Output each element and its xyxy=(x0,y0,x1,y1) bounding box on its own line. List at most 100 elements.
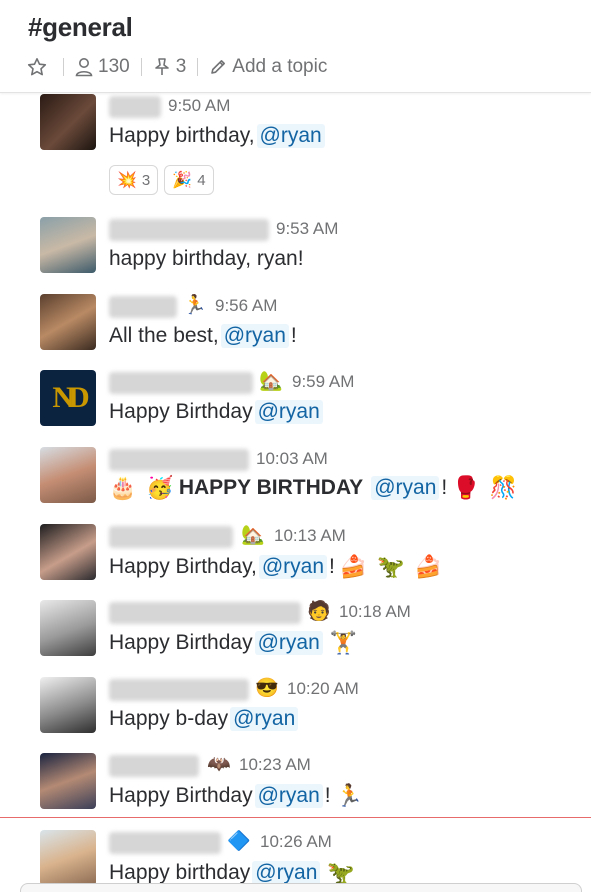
avatar[interactable] xyxy=(40,677,96,733)
message-body: happy birthday, ryan! xyxy=(109,247,304,270)
user-name[interactable] xyxy=(109,219,269,241)
user-mention[interactable]: @ryan xyxy=(254,631,323,655)
pinned-count[interactable]: 3 xyxy=(176,56,187,78)
message-suffix: ! xyxy=(441,476,448,499)
message-text: Happy Birthday @ryan xyxy=(109,400,325,424)
avatar[interactable] xyxy=(40,94,96,150)
channel-title: #general xyxy=(28,12,133,42)
star-icon[interactable] xyxy=(27,57,47,77)
runner-icon: 🏃 xyxy=(183,295,207,316)
cake-slice-icon: 🍰 xyxy=(339,554,368,579)
timestamp[interactable]: 9:53 AM xyxy=(276,219,338,239)
reaction-count: 3 xyxy=(141,171,151,189)
reaction-pill[interactable]: 💥 3 xyxy=(109,165,159,195)
message-text: Happy Birthday @ryan ! 🏃 xyxy=(109,783,368,809)
user-mention[interactable]: @ryan xyxy=(371,476,440,500)
user-mention[interactable]: @ryan xyxy=(220,324,289,348)
collision-icon: 💥 xyxy=(117,172,137,189)
user-name[interactable] xyxy=(109,372,253,394)
house-icon: 🏡 xyxy=(259,371,283,392)
channel-header: #general 130 3 Add a topic xyxy=(0,0,591,93)
add-topic-link[interactable]: Add a topic xyxy=(232,56,327,78)
birthday-cake-icon: 🎂 xyxy=(109,475,137,500)
avatar[interactable]: ND xyxy=(40,370,96,426)
user-mention[interactable]: @ryan xyxy=(230,707,299,731)
message-text: Happy Birthday, @ryan ! 🍰 🦖 🍰 xyxy=(109,554,447,580)
user-name[interactable] xyxy=(109,679,249,701)
user-name[interactable] xyxy=(109,526,233,548)
user-name[interactable] xyxy=(109,602,301,624)
message-body: Happy b-day xyxy=(109,707,229,730)
message-body-bold: HAPPY BIRTHDAY xyxy=(178,476,364,499)
user-mention[interactable]: @ryan xyxy=(254,784,323,808)
cake-slice-icon: 🍰 xyxy=(414,554,443,579)
message-text: Happy birthday, @ryan xyxy=(109,124,327,148)
timestamp[interactable]: 9:59 AM xyxy=(292,372,354,392)
confetti-ball-icon: 🎊 xyxy=(489,475,518,500)
divider xyxy=(63,58,64,76)
sunglasses-icon: 😎 xyxy=(255,678,279,699)
member-count[interactable]: 130 xyxy=(98,56,130,78)
member-icon[interactable] xyxy=(75,57,93,77)
user-name[interactable] xyxy=(109,296,177,318)
user-mention[interactable]: @ryan xyxy=(258,555,328,579)
user-name[interactable] xyxy=(109,832,221,854)
diamond-icon: 🔷 xyxy=(227,831,251,852)
pencil-icon[interactable] xyxy=(209,58,227,76)
timestamp[interactable]: 10:23 AM xyxy=(239,755,311,775)
message-body: Happy Birthday xyxy=(109,631,253,654)
boxing-glove-icon: 🥊 xyxy=(452,475,480,500)
timestamp[interactable]: 10:03 AM xyxy=(256,449,328,469)
weightlifter-icon: 🏋 xyxy=(329,630,358,655)
avatar[interactable] xyxy=(40,524,96,580)
pin-icon[interactable] xyxy=(153,57,171,77)
batman-icon: 🦇 xyxy=(207,754,231,775)
message-suffix: ! xyxy=(324,784,331,807)
runner-icon: 🏃 xyxy=(335,783,363,808)
avatar-status-icon: 🧑 xyxy=(307,601,331,622)
reaction-pill[interactable]: 🎉 4 xyxy=(164,165,214,195)
avatar[interactable] xyxy=(40,294,96,350)
message-text: Happy b-day @ryan xyxy=(109,707,300,731)
timestamp[interactable]: 10:26 AM xyxy=(260,832,332,852)
user-mention[interactable]: @ryan xyxy=(256,124,325,148)
reaction-count: 4 xyxy=(197,171,206,189)
divider xyxy=(140,58,142,76)
timestamp[interactable]: 9:50 AM xyxy=(168,96,230,116)
user-name[interactable] xyxy=(109,96,161,118)
message-text: Happy Birthday @ryan 🏋 xyxy=(109,630,362,656)
message-list: 9:50 AM Happy birthday, @ryan 💥 3 🎉 4 9:… xyxy=(0,92,591,892)
user-mention[interactable]: @ryan xyxy=(254,400,323,424)
user-name[interactable] xyxy=(109,755,199,777)
message-text: All the best, @ryan ! xyxy=(109,324,297,348)
message-body: Happy Birthday, xyxy=(109,555,257,578)
timestamp[interactable]: 10:20 AM xyxy=(287,679,359,699)
message-body: Happy Birthday xyxy=(109,784,253,807)
message-composer[interactable] xyxy=(20,883,582,892)
party-popper-icon: 🎉 xyxy=(172,172,193,189)
timestamp[interactable]: 10:18 AM xyxy=(339,602,411,622)
avatar[interactable] xyxy=(40,217,96,273)
avatar[interactable] xyxy=(40,830,96,886)
dinosaur-icon: 🦖 xyxy=(377,554,405,579)
channel-meta: 130 3 Add a topic xyxy=(27,54,327,80)
new-messages-divider xyxy=(0,817,591,818)
avatar[interactable] xyxy=(40,600,96,656)
house-icon: 🏡 xyxy=(241,525,265,546)
avatar[interactable] xyxy=(40,447,96,503)
avatar[interactable] xyxy=(40,753,96,809)
message-suffix: ! xyxy=(329,555,335,578)
message-text: happy birthday, ryan! xyxy=(109,247,304,271)
message-body: Happy Birthday xyxy=(109,400,253,423)
user-name[interactable] xyxy=(109,449,249,471)
timestamp[interactable]: 10:13 AM xyxy=(274,526,346,546)
message-text: 🎂 🥳 HAPPY BIRTHDAY @ryan ! 🥊 🎊 xyxy=(109,475,522,501)
message-body: All the best, xyxy=(109,324,219,347)
message-body: Happy birthday, xyxy=(109,124,255,147)
user-mention[interactable]: @ryan xyxy=(252,861,321,885)
message-suffix: ! xyxy=(290,324,297,347)
party-face-icon: 🥳 xyxy=(146,475,174,500)
divider xyxy=(197,58,199,76)
message-body: Happy birthday xyxy=(109,861,251,884)
timestamp[interactable]: 9:56 AM xyxy=(215,296,277,316)
